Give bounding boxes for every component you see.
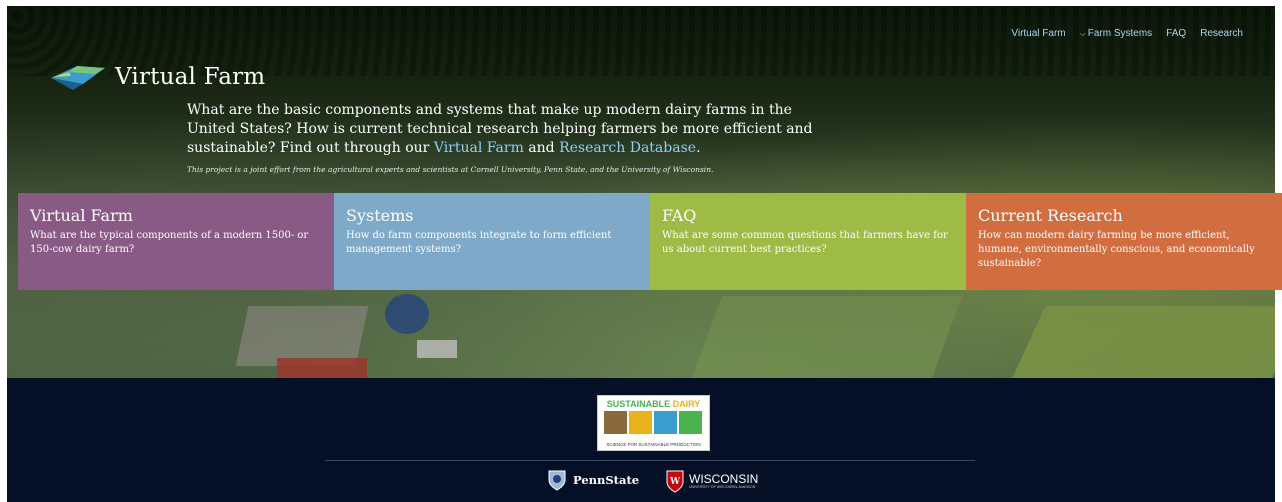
cow-icon bbox=[604, 411, 627, 434]
card-systems[interactable]: Systems How do farm components integrate… bbox=[334, 193, 650, 290]
wisconsin-text: WISCONSIN bbox=[689, 472, 759, 486]
card-virtual-farm[interactable]: Virtual Farm What are the typical compon… bbox=[18, 193, 334, 290]
nav-faq[interactable]: FAQ bbox=[1166, 28, 1186, 39]
pennstate-text: PennState bbox=[573, 473, 640, 487]
research-database-link[interactable]: Research Database bbox=[559, 140, 696, 156]
nav-virtual-farm[interactable]: Virtual Farm bbox=[1011, 28, 1065, 39]
wisconsin-subtext: UNIVERSITY OF WISCONSIN–MADISON bbox=[689, 485, 756, 489]
card-text: How can modern dairy farming be more eff… bbox=[978, 230, 1255, 269]
svg-text:W: W bbox=[669, 477, 681, 487]
wisconsin-wordmark: WISCONSIN UNIVERSITY OF WISCONSIN–MADISO… bbox=[689, 473, 758, 489]
card-text: What are some common questions that farm… bbox=[662, 230, 948, 255]
nav-research[interactable]: Research bbox=[1200, 28, 1243, 39]
card-title: Current Research bbox=[978, 206, 1123, 225]
sd-dairy-text: DAIRY bbox=[672, 399, 701, 409]
top-nav: Virtual Farm ⌵ Farm Systems FAQ Research bbox=[1011, 28, 1243, 39]
sd-sustainable-text: SUSTAINABLE bbox=[606, 399, 671, 409]
intro-end: . bbox=[696, 140, 701, 156]
water-drop-icon bbox=[654, 411, 677, 434]
sustainable-dairy-logo[interactable]: SUSTAINABLE DAIRY SCIENCE FOR SUSTAINABL… bbox=[597, 395, 710, 451]
intro-and: and bbox=[523, 140, 560, 156]
hero-shade bbox=[7, 6, 1275, 378]
nav-farm-systems[interactable]: ⌵ Farm Systems bbox=[1080, 28, 1153, 39]
pennstate-logo[interactable]: PennState bbox=[547, 469, 639, 491]
card-text: How do farm components integrate to form… bbox=[346, 230, 612, 255]
wisconsin-logo[interactable]: W WISCONSIN UNIVERSITY OF WISCONSIN–MADI… bbox=[665, 469, 758, 493]
sustainable-dairy-title: SUSTAINABLE DAIRY bbox=[598, 399, 709, 409]
site-title[interactable]: Virtual Farm bbox=[115, 64, 265, 90]
virtual-farm-link[interactable]: Virtual Farm bbox=[434, 140, 524, 156]
pennstate-shield-icon bbox=[548, 470, 566, 491]
card-title: FAQ bbox=[662, 206, 697, 225]
wisconsin-crest-icon: W bbox=[666, 470, 684, 493]
site-footer: SUSTAINABLE DAIRY SCIENCE FOR SUSTAINABL… bbox=[7, 378, 1275, 502]
hero-banner: Virtual Farm ⌵ Farm Systems FAQ Research … bbox=[7, 6, 1275, 378]
chevron-down-icon: ⌵ bbox=[1079, 29, 1086, 38]
sd-tagline: SCIENCE FOR SUSTAINABLE PRODUCTION bbox=[606, 442, 701, 447]
intro-paragraph: What are the basic components and system… bbox=[187, 101, 817, 158]
joint-effort-note: This project is a joint effort from the … bbox=[187, 165, 714, 174]
footer-divider bbox=[325, 460, 975, 461]
nav-farm-systems-label: Farm Systems bbox=[1087, 28, 1153, 39]
card-title: Systems bbox=[346, 206, 414, 225]
virtual-farm-logo-icon[interactable] bbox=[49, 62, 107, 92]
sd-icon-row bbox=[604, 411, 702, 434]
card-faq[interactable]: FAQ What are some common questions that … bbox=[650, 193, 966, 290]
card-current-research[interactable]: Current Research How can modern dairy fa… bbox=[966, 193, 1282, 290]
plant-hand-icon bbox=[679, 411, 702, 434]
card-text: What are the typical components of a mod… bbox=[30, 230, 309, 255]
card-title: Virtual Farm bbox=[30, 206, 133, 225]
chart-icon bbox=[629, 411, 652, 434]
feature-cards: Virtual Farm What are the typical compon… bbox=[18, 193, 1282, 290]
